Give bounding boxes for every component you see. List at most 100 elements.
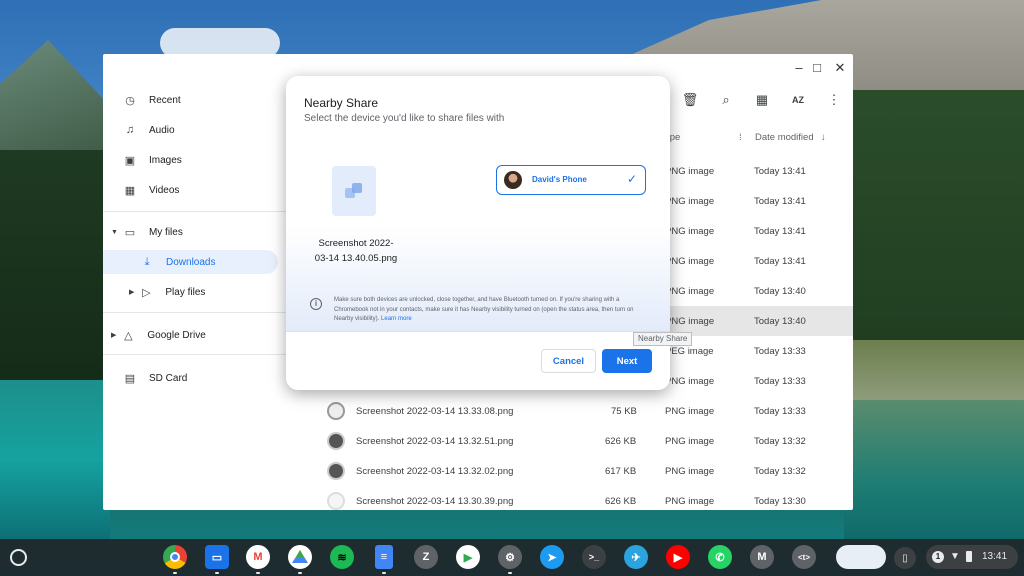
- file-size: 617 KB: [605, 466, 637, 477]
- file-name: Screenshot 2022-03-14 13.33.08.png: [356, 406, 514, 417]
- spotify-icon[interactable]: ≋: [330, 545, 354, 569]
- code-icon[interactable]: <t>: [792, 545, 816, 569]
- file-type: PNG image: [665, 256, 715, 267]
- tooltip: Nearby Share: [633, 332, 693, 346]
- terminal-icon[interactable]: >_: [582, 545, 606, 569]
- table-row[interactable]: Screenshot 2022-03-14 13.30.39.png 626 K…: [313, 486, 853, 510]
- divider: [286, 331, 670, 332]
- device-name: David's Phone: [532, 175, 587, 184]
- expand-arrow-icon[interactable]: ▼: [111, 229, 118, 236]
- status-area[interactable]: 1 ▼ 13:41: [926, 545, 1018, 569]
- file-thumbnail: [327, 432, 345, 450]
- sidebar-item-play-files[interactable]: ▶ ▷ Play files: [129, 280, 304, 304]
- sidebar-item-my-files[interactable]: ▼ ▭ My files: [111, 220, 286, 244]
- files-icon[interactable]: ▭: [205, 545, 229, 569]
- more-menu-icon[interactable]: ⋮: [824, 90, 844, 110]
- file-type: PNG image: [665, 406, 715, 417]
- drive-triangle: [292, 550, 308, 563]
- sort-icon[interactable]: AZ: [788, 90, 808, 110]
- drive-icon[interactable]: [288, 545, 312, 569]
- dialog-subtitle: Select the device you'd like to share fi…: [304, 113, 505, 124]
- file-size: 626 KB: [605, 496, 637, 507]
- checkmark-icon: ✓: [626, 172, 637, 186]
- film-icon: ▦: [124, 184, 136, 197]
- file-date: Today 13:30: [754, 496, 806, 507]
- settings-icon[interactable]: ⚙: [498, 545, 522, 569]
- sidebar-item-google-drive[interactable]: ▶ △ Google Drive: [111, 323, 286, 347]
- info-text: Make sure both devices are unlocked, clo…: [334, 296, 642, 325]
- telegram-icon[interactable]: ✈: [624, 545, 648, 569]
- file-name: Screenshot 2022-03-14 13.32.02.png: [356, 466, 514, 477]
- chrome-icon[interactable]: [163, 545, 187, 569]
- device-card[interactable]: David's Phone ✓: [496, 165, 646, 195]
- column-header-date[interactable]: Date modified: [755, 132, 814, 143]
- mail-icon[interactable]: M: [750, 545, 774, 569]
- file-size: 75 KB: [611, 406, 637, 417]
- close-button[interactable]: ✕: [830, 60, 850, 76]
- app-letter: ⚙: [505, 551, 515, 564]
- file-date: Today 13:32: [754, 466, 806, 477]
- chrome-center: [170, 552, 180, 562]
- sidebar-item-images[interactable]: ▣ Images: [123, 148, 298, 172]
- file-type: PNG image: [665, 376, 715, 387]
- file-date: Today 13:40: [754, 286, 806, 297]
- maximize-button[interactable]: □: [807, 60, 827, 75]
- sidebar-item-downloads[interactable]: ⤓ Downloads: [103, 250, 278, 274]
- app-letter: ▶: [463, 551, 473, 564]
- delete-icon[interactable]: 🗑: [680, 90, 700, 110]
- sidebar-item-audio[interactable]: ♫ Audio: [123, 118, 298, 142]
- sd-card-icon: ▤: [124, 372, 136, 385]
- launcher-button[interactable]: [10, 549, 27, 566]
- laptop-icon: ▭: [124, 226, 136, 239]
- file-type: PNG image: [665, 436, 715, 447]
- sidebar-item-label: Audio: [149, 124, 175, 136]
- expand-arrow-icon[interactable]: ▶: [129, 288, 134, 296]
- divider: [103, 354, 313, 355]
- next-button[interactable]: Next: [602, 349, 652, 373]
- cancel-button[interactable]: Cancel: [541, 349, 596, 373]
- wifi-icon: ▼: [950, 551, 960, 562]
- file-type: PNG image: [665, 166, 715, 177]
- sidebar-item-videos[interactable]: ▦ Videos: [123, 178, 298, 202]
- sidebar-item-label: Play files: [165, 286, 206, 298]
- file-type: PNG image: [665, 316, 715, 327]
- docs-icon[interactable]: ≡: [375, 545, 393, 569]
- headphones-icon: ♫: [125, 124, 135, 136]
- table-row[interactable]: Screenshot 2022-03-14 13.32.51.png 626 K…: [313, 426, 853, 456]
- play-store-icon[interactable]: ▶: [456, 545, 480, 569]
- sidebar-item-recent[interactable]: ◷ Recent: [123, 88, 298, 112]
- table-row[interactable]: Screenshot 2022-03-14 13.33.08.png 75 KB…: [313, 396, 853, 426]
- learn-more-link[interactable]: Learn more: [381, 316, 412, 322]
- gmail-letter: M: [253, 551, 263, 563]
- app-letter: ▶: [673, 551, 683, 564]
- avatar: [504, 171, 522, 189]
- file-name: Screenshot 2022-03-14 13.30.39.png: [356, 496, 514, 507]
- minimize-button[interactable]: –: [789, 60, 809, 75]
- sidebar-item-sd-card[interactable]: ▤ SD Card ⏏: [123, 366, 308, 390]
- file-date: Today 13:33: [754, 406, 806, 417]
- youtube-icon[interactable]: ▶: [666, 545, 690, 569]
- sidebar-item-label: Images: [149, 154, 182, 166]
- drive-icon: △: [124, 329, 133, 342]
- sort-descending-icon[interactable]: ↓: [821, 132, 826, 143]
- table-row[interactable]: Screenshot 2022-03-14 13.32.02.png 617 K…: [313, 456, 853, 486]
- notification-count-badge: 1: [932, 551, 944, 563]
- expand-arrow-icon[interactable]: ▶: [111, 331, 116, 339]
- image-icon: ▣: [124, 154, 136, 167]
- holding-space-tray[interactable]: [836, 545, 886, 569]
- file-thumbnail: [327, 402, 345, 420]
- file-preview: [332, 166, 376, 216]
- file-date: Today 13:40: [754, 316, 806, 327]
- whatsapp-icon[interactable]: ✆: [708, 545, 732, 569]
- phone-hub-icon[interactable]: ▯: [894, 547, 916, 569]
- divider: [103, 312, 313, 313]
- grid-view-icon[interactable]: ▦: [752, 90, 772, 110]
- column-resize-handle[interactable]: ⁞: [739, 132, 742, 143]
- zoom-icon[interactable]: Z: [414, 545, 438, 569]
- download-icon: ⤓: [144, 255, 150, 268]
- sidebar-item-label: Videos: [149, 184, 180, 196]
- wallpaper-forest-left: [0, 150, 110, 390]
- search-icon[interactable]: ⌕: [716, 90, 736, 110]
- gmail-icon[interactable]: M: [246, 545, 270, 569]
- twitter-icon[interactable]: ➤: [540, 545, 564, 569]
